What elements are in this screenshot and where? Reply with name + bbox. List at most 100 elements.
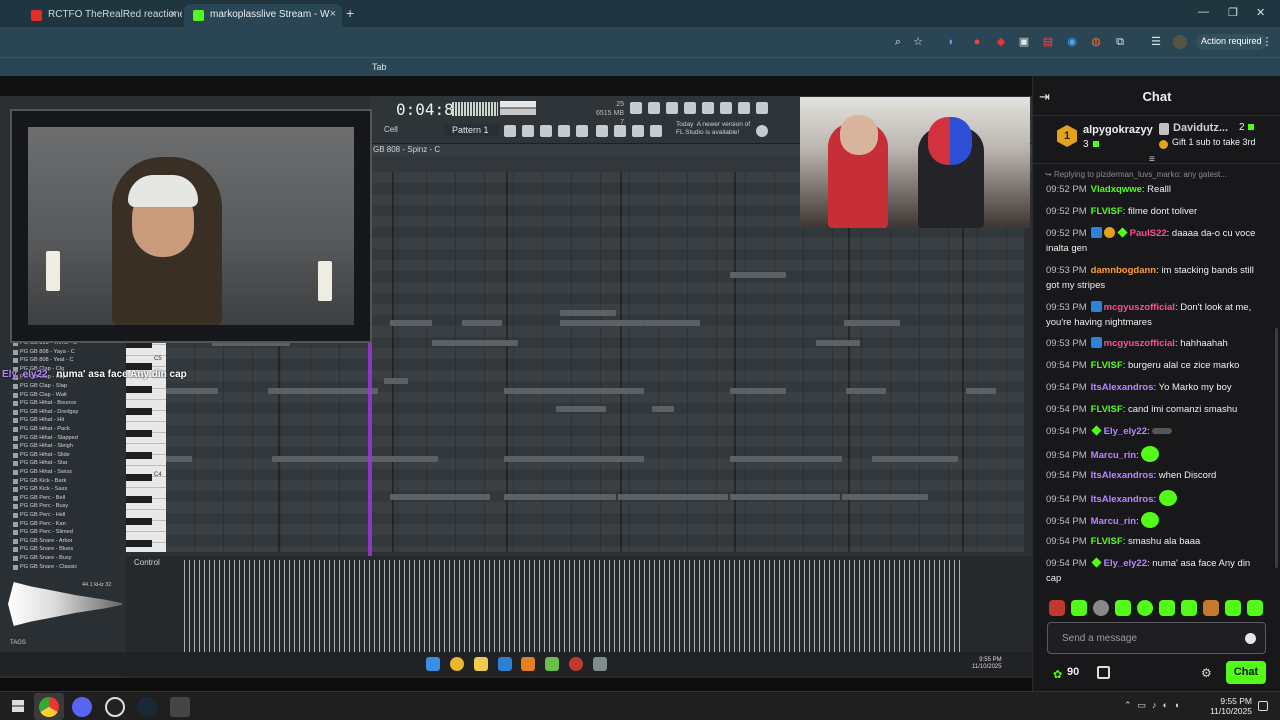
midi-note — [560, 310, 616, 316]
restore-icon[interactable]: ❐ — [1228, 6, 1238, 19]
midi-note — [618, 494, 728, 500]
channel-points[interactable]: 90 — [1067, 666, 1079, 678]
discord-icon[interactable] — [72, 697, 92, 717]
close-window-icon[interactable]: ✕ — [1256, 6, 1265, 19]
midi-note — [816, 340, 860, 346]
midi-note — [966, 388, 996, 394]
chat-message[interactable]: 09:52 PM FLVISF: filme dont toliver — [1046, 204, 1268, 219]
media-icon[interactable]: ☰ — [1149, 35, 1163, 49]
send-chat-button[interactable]: Chat — [1226, 661, 1266, 684]
extension-icon[interactable]: ◆ — [994, 35, 1008, 49]
browser-item: PG GB Perc - Kan — [13, 520, 66, 527]
extension-icon[interactable]: ◗ — [944, 35, 958, 49]
tab-label: markoplasslive Stream - W — [210, 9, 330, 20]
chat-message[interactable]: 09:54 PM Ely_ely22: — [1046, 424, 1268, 439]
emote-icon[interactable] — [1247, 600, 1263, 616]
profile-avatar[interactable] — [1173, 35, 1187, 49]
notification-icon[interactable] — [1258, 701, 1268, 711]
chat-message[interactable]: 09:54 PM Ely_ely22: numa' asa face Any di… — [1046, 556, 1268, 586]
steam-icon[interactable] — [137, 697, 157, 717]
control-label: Control — [134, 558, 160, 567]
emote-icon[interactable] — [1115, 600, 1131, 616]
tab-kick-stream[interactable]: markoplasslive Stream - W × — [184, 4, 342, 27]
plugin-icon — [614, 125, 626, 137]
chat-message[interactable]: 09:53 PM mcgyuszofficial: hahhaahah — [1046, 336, 1268, 351]
browser-item: PG GB Clap - Slap — [13, 383, 67, 389]
extension-icon[interactable]: ◉ — [1065, 35, 1079, 49]
tab-youtube[interactable]: RCTFO TheRealRed reactiones × — [22, 4, 182, 27]
extension-icon[interactable]: ● — [970, 35, 984, 49]
midi-note — [730, 456, 842, 462]
bookmark-star-icon[interactable]: ☆ — [911, 35, 925, 49]
plugin-icon — [650, 125, 662, 137]
minimize-icon[interactable]: — — [1198, 6, 1209, 18]
emote-icon[interactable] — [1181, 600, 1197, 616]
chat-message[interactable]: 09:52 PM PaulS22: daaaa da-o cu voce inal… — [1046, 226, 1268, 256]
chat-message[interactable]: 09:54 PM Marcu_rin: — [1046, 446, 1268, 463]
chat-message[interactable]: 09:52 PM Vladxqwwe: Realll — [1046, 182, 1268, 197]
midi-note — [556, 406, 606, 412]
chat-input[interactable]: Send a message — [1047, 622, 1266, 654]
midi-note — [644, 320, 700, 326]
gear-icon[interactable]: ⚙ — [1201, 666, 1212, 680]
candle-decoration — [46, 251, 60, 291]
taskbar-clock[interactable]: 9:55 PM 11/10/2025 — [1196, 696, 1252, 716]
new-tab-button[interactable]: + — [346, 5, 354, 21]
badge-icon — [1090, 337, 1102, 348]
badge-icon — [1117, 227, 1128, 238]
expand-icon[interactable]: ≡ — [1149, 154, 1155, 165]
action-required-button[interactable]: Action required — [1196, 34, 1267, 50]
close-icon[interactable]: × — [170, 8, 176, 20]
app-icon[interactable] — [170, 697, 190, 717]
emote-icon[interactable] — [1137, 600, 1153, 616]
chat-message[interactable]: 09:53 PM mcgyuszofficial: Don't look at m… — [1046, 300, 1268, 330]
chat-message[interactable]: 09:54 PM FLVISF: cand imi comanzi smashu — [1046, 402, 1268, 417]
browser-item: PG GB Perc - Busy — [12, 503, 69, 510]
chat-message[interactable]: 09:54 PM ItsAlexandros: Yo Marko my boy — [1046, 380, 1268, 395]
chat-messages: ↪ Replying to pizderman_luvs_marko: any … — [1033, 168, 1271, 588]
chat-message[interactable]: 09:54 PM FLVISF: burgeru alal ce zice mar… — [1046, 358, 1268, 373]
emote-icon[interactable] — [1071, 600, 1087, 616]
emote-icon[interactable] — [1225, 600, 1241, 616]
key-label: C4 — [154, 472, 162, 478]
close-icon[interactable]: × — [330, 8, 336, 20]
extension-icon[interactable]: ▣ — [1017, 35, 1031, 49]
reply-preview: ↪ Replying to pizderman_luvs_marko: any … — [1045, 170, 1227, 179]
chrome-icon[interactable] — [39, 697, 59, 717]
midi-note — [504, 388, 644, 394]
emote-icon[interactable] — [1093, 600, 1109, 616]
leader-name[interactable]: alpygokrazyy — [1083, 124, 1153, 136]
youtube-icon — [31, 10, 42, 21]
browser-item: PG GB Perc - Slimed — [13, 529, 73, 536]
menu-icon[interactable]: ⋮ — [1260, 35, 1274, 49]
bookmark-item[interactable]: Tab — [372, 62, 387, 72]
extension-icon[interactable]: ◍ — [1089, 35, 1103, 49]
chat-message[interactable]: 09:53 PM damnbogdann: im stacking bands s… — [1046, 263, 1268, 293]
chat-message[interactable]: 09:54 PM FLVISF: smashu ala baaa — [1046, 534, 1268, 549]
mixer-icon — [720, 102, 732, 114]
stream-video[interactable]: 0:04:86 25 6515 MB 7 Cell Pattern 1 Toda… — [0, 96, 1032, 678]
chat-message[interactable]: 09:54 PM Marcu_rin: — [1046, 512, 1268, 529]
chat-scrollbar[interactable] — [1275, 328, 1278, 568]
zoom-icon[interactable]: ⌕ — [891, 35, 905, 49]
chat-message[interactable]: 09:54 PM ItsAlexandros: when Discord — [1046, 468, 1268, 483]
emoji-icon[interactable] — [1245, 633, 1256, 644]
windows-start-icon[interactable] — [12, 700, 24, 712]
obs-icon[interactable] — [105, 697, 125, 717]
extension-icon[interactable]: ▤ — [1041, 35, 1055, 49]
store-icon[interactable] — [1097, 666, 1110, 679]
chat-message[interactable]: 09:54 PM ItsAlexandros: — [1046, 490, 1268, 507]
second-name[interactable]: Davidutz... — [1173, 122, 1228, 134]
midi-note — [504, 494, 616, 500]
emote-icon[interactable] — [1049, 600, 1065, 616]
badge-icon — [1103, 227, 1115, 238]
browser-item: PG GB Snare - Arbor — [13, 537, 73, 544]
midi-note — [390, 494, 490, 500]
chrome-icon — [450, 657, 464, 671]
emote-icon[interactable] — [1159, 600, 1175, 616]
midi-note — [730, 272, 786, 278]
gift-sub-prompt[interactable]: Gift 1 sub to take 3rd — [1172, 137, 1276, 147]
system-tray[interactable]: ⌃▭♪◐◖ — [1124, 700, 1185, 711]
puzzle-icon[interactable]: ⧉ — [1113, 35, 1127, 49]
emote-icon[interactable] — [1203, 600, 1219, 616]
